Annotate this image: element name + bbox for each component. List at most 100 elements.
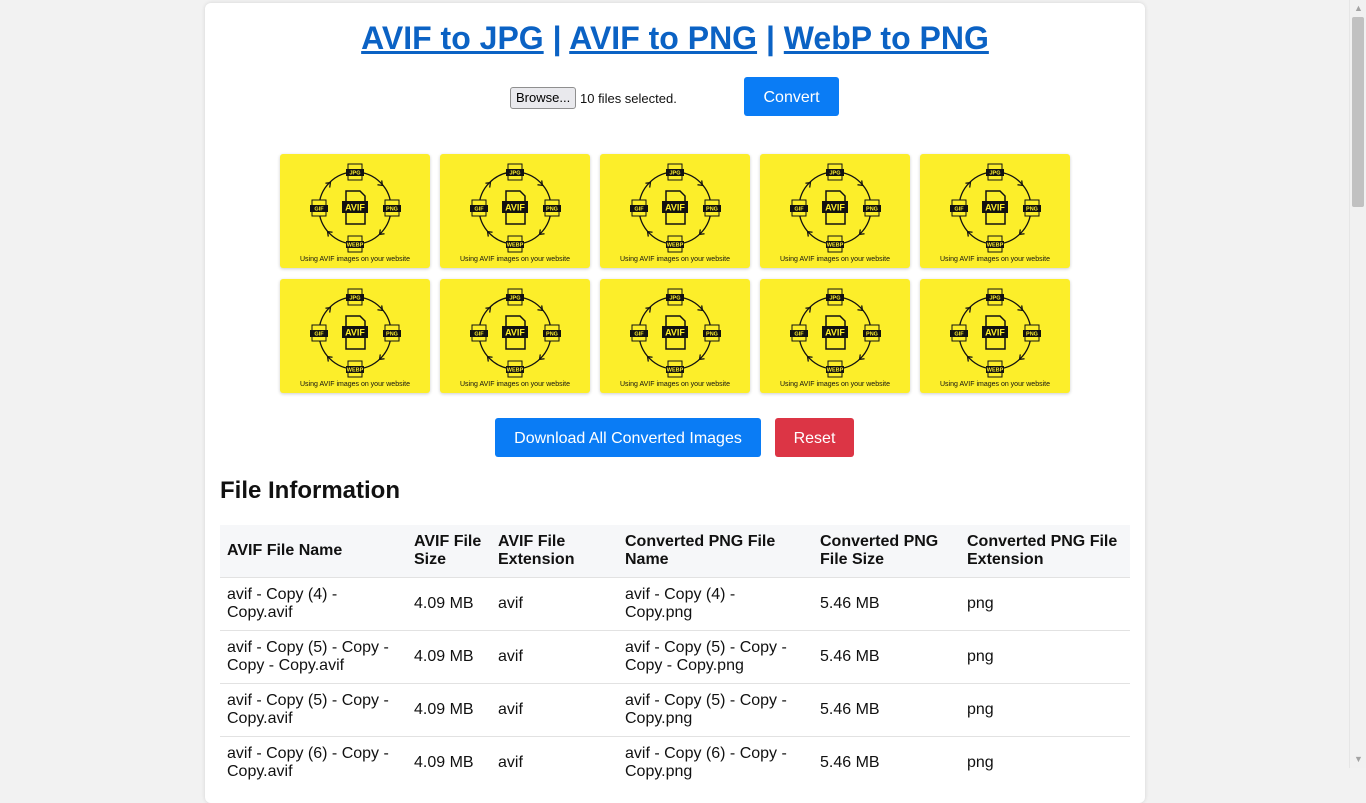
- avif-label: AVIF: [345, 328, 365, 338]
- file-icon: JPG: [986, 163, 1004, 181]
- file-format-label: WEBP: [827, 243, 844, 249]
- table-cell: avif - Copy (4) - Copy.avif: [220, 577, 407, 631]
- scroll-down-arrow-icon[interactable]: ▼: [1350, 751, 1366, 768]
- avif-file-icon: AVIF: [822, 315, 848, 350]
- table-cell: 4.09 MB: [407, 683, 491, 737]
- avif-illustration: JPG PNG WEBP GIF AVIF Using AVIF images on yo…: [780, 163, 890, 263]
- avif-file-icon: AVIF: [502, 190, 528, 225]
- thumbnail-caption: Using AVIF images on your website: [300, 256, 410, 263]
- file-format-label: WEBP: [347, 243, 364, 249]
- avif-illustration: JPG PNG WEBP GIF AVIF Using AVIF images on yo…: [460, 163, 570, 263]
- table-cell: avif: [491, 630, 618, 684]
- file-information-title: File Information: [220, 477, 400, 504]
- avif-file-icon: AVIF: [982, 190, 1008, 225]
- file-icon: GIF: [790, 199, 808, 217]
- preview-image: JPG PNG WEBP GIF AVIF Using AVIF images on yo…: [600, 279, 750, 393]
- avif-label: AVIF: [665, 328, 685, 338]
- link-webp-to-png[interactable]: WebP to PNG: [784, 20, 989, 56]
- table-cell: 5.46 MB: [813, 683, 960, 737]
- preview-image: JPG PNG WEBP GIF AVIF Using AVIF images on yo…: [600, 154, 750, 268]
- file-format-label: WEBP: [987, 243, 1004, 249]
- thumbnail-caption: Using AVIF images on your website: [620, 381, 730, 388]
- file-format-label: JPG: [349, 171, 360, 177]
- file-icon: WEBP: [666, 360, 684, 378]
- preview-image: JPG PNG WEBP GIF AVIF Using AVIF images on yo…: [280, 279, 430, 393]
- file-icon: JPG: [666, 288, 684, 306]
- table-cell: 4.09 MB: [407, 630, 491, 684]
- convert-button[interactable]: Convert: [744, 77, 839, 116]
- table-cell: avif - Copy (6) - Copy - Copy.png: [618, 736, 813, 789]
- vertical-scrollbar[interactable]: ▲ ▼: [1349, 0, 1366, 768]
- files-selected-text: 10 files selected.: [580, 91, 677, 106]
- file-format-label: JPG: [349, 296, 360, 302]
- table-cell: png: [960, 577, 1130, 631]
- thumbnail-caption: Using AVIF images on your website: [780, 381, 890, 388]
- file-format-label: GIF: [634, 332, 644, 338]
- table-cell: avif - Copy (5) - Copy - Copy.png: [618, 683, 813, 737]
- file-format-label: WEBP: [507, 368, 524, 374]
- column-header: AVIF File Name: [227, 542, 343, 559]
- file-format-label: GIF: [794, 332, 804, 338]
- scroll-thumb[interactable]: [1352, 17, 1364, 207]
- file-format-label: JPG: [509, 296, 520, 302]
- file-format-label: PNG: [866, 332, 878, 338]
- file-icon: WEBP: [826, 235, 844, 253]
- avif-label: AVIF: [665, 203, 685, 213]
- file-icon: WEBP: [986, 360, 1004, 378]
- table-row: avif - Copy (5) - Copy - Copy - Copy.avi…: [220, 630, 1130, 684]
- scroll-up-arrow-icon[interactable]: ▲: [1350, 0, 1366, 17]
- file-format-label: JPG: [669, 296, 680, 302]
- table-cell: avif - Copy (4) - Copy.png: [618, 577, 813, 631]
- file-icon: WEBP: [826, 360, 844, 378]
- avif-label: AVIF: [825, 328, 845, 338]
- table-cell: avif - Copy (5) - Copy - Copy - Copy.png: [618, 630, 813, 684]
- file-icon: PNG: [863, 199, 881, 217]
- table-cell: avif: [491, 577, 618, 631]
- link-avif-to-jpg[interactable]: AVIF to JPG: [361, 20, 544, 56]
- preview-image: JPG PNG WEBP GIF AVIF Using AVIF images on yo…: [760, 154, 910, 268]
- avif-illustration: JPG PNG WEBP GIF AVIF Using AVIF images on yo…: [940, 288, 1050, 388]
- file-format-label: PNG: [706, 332, 718, 338]
- avif-label: AVIF: [505, 328, 525, 338]
- reset-button[interactable]: Reset: [775, 418, 854, 457]
- file-format-label: PNG: [706, 207, 718, 213]
- avif-label: AVIF: [985, 203, 1005, 213]
- file-format-label: JPG: [829, 171, 840, 177]
- avif-illustration: JPG PNG WEBP GIF AVIF Using AVIF images on yo…: [780, 288, 890, 388]
- avif-illustration: JPG PNG WEBP GIF AVIF Using AVIF images on yo…: [300, 288, 410, 388]
- file-icon: GIF: [630, 324, 648, 342]
- table-cell: 4.09 MB: [407, 577, 491, 631]
- converter-panel: AVIF to JPG | AVIF to PNG | WebP to PNG …: [205, 3, 1145, 803]
- file-format-label: WEBP: [347, 368, 364, 374]
- file-format-label: GIF: [954, 207, 964, 213]
- file-icon: JPG: [666, 163, 684, 181]
- file-icon: WEBP: [346, 360, 364, 378]
- browse-button[interactable]: Browse...: [510, 87, 577, 109]
- file-icon: PNG: [543, 324, 561, 342]
- file-icon: JPG: [826, 288, 844, 306]
- avif-file-icon: AVIF: [822, 190, 848, 225]
- file-format-label: WEBP: [507, 243, 524, 249]
- file-format-label: GIF: [314, 207, 324, 213]
- file-icon: PNG: [703, 199, 721, 217]
- file-icon: WEBP: [666, 235, 684, 253]
- file-format-label: WEBP: [827, 368, 844, 374]
- file-icon: JPG: [506, 288, 524, 306]
- file-icon: WEBP: [506, 360, 524, 378]
- table-cell: avif - Copy (5) - Copy - Copy.avif: [220, 683, 407, 737]
- table-cell: 4.09 MB: [407, 736, 491, 789]
- table-row: avif - Copy (4) - Copy.avif 4.09 MB avif av…: [220, 577, 1130, 631]
- file-icon: GIF: [950, 324, 968, 342]
- file-icon: PNG: [1023, 199, 1041, 217]
- link-avif-to-png[interactable]: AVIF to PNG: [569, 20, 757, 56]
- title-separator: |: [765, 20, 775, 56]
- file-icon: WEBP: [506, 235, 524, 253]
- preview-image: JPG PNG WEBP GIF AVIF Using AVIF images on yo…: [920, 279, 1070, 393]
- table-cell: png: [960, 630, 1130, 684]
- avif-label: AVIF: [345, 203, 365, 213]
- file-icon: PNG: [1023, 324, 1041, 342]
- file-format-label: PNG: [546, 332, 558, 338]
- thumbnail-caption: Using AVIF images on your website: [780, 256, 890, 263]
- avif-file-icon: AVIF: [502, 315, 528, 350]
- download-all-button[interactable]: Download All Converted Images: [495, 418, 761, 457]
